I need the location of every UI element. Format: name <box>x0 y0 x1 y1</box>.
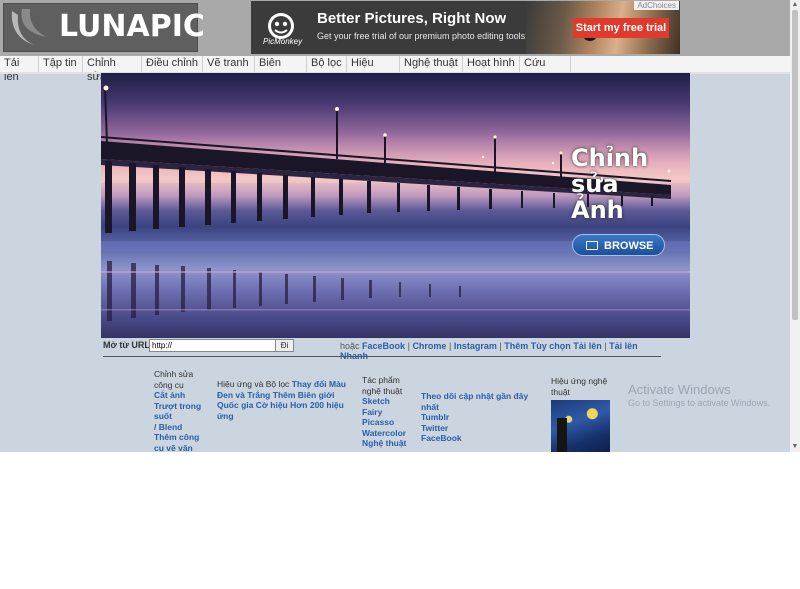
menu-item-filters[interactable]: Bộ lọc <box>307 56 347 72</box>
url-input[interactable] <box>149 339 276 352</box>
hero-banner: Chỉnh sửa Ảnh BROWSE <box>101 73 690 338</box>
hero-title: Chỉnh sửa Ảnh <box>571 144 649 224</box>
footer-col-art: Tác phẩm nghệ thuật Sketch Fairy Picasso… <box>362 375 410 449</box>
advertisement-banner[interactable]: PicMonkey Better Pictures, Right Now Get… <box>251 1 680 54</box>
menu-item-art[interactable]: Nghệ thuật <box>400 56 463 72</box>
picmonkey-brand: PicMonkey <box>263 37 303 46</box>
menu-item-adjust[interactable]: Điều chỉnh <box>142 56 203 72</box>
open-from-url-row: Mở từ URL: Đi hoặc FaceBook | Chrome | I… <box>103 339 663 361</box>
footer-link-more-tools[interactable]: Thêm công cụ vẽ văn <box>154 432 206 452</box>
browse-button[interactable]: BROWSE <box>572 234 665 256</box>
lunapic-logo[interactable]: LUNAPIC <box>3 3 205 52</box>
footer-link-transparent[interactable]: Trượt trong suốt <box>154 401 206 422</box>
vertical-scrollbar[interactable]: ▲ ▼ <box>790 0 800 452</box>
scrollbar-thumb[interactable] <box>792 10 798 320</box>
link-chrome[interactable]: Chrome <box>412 341 446 351</box>
footer-link-facebook[interactable]: FaceBook <box>421 433 531 444</box>
logo-text: LUNAPIC <box>59 9 205 44</box>
starry-night-thumbnail[interactable] <box>551 400 610 452</box>
menu-item-edit[interactable]: Chỉnh sửa <box>83 56 142 83</box>
footer-link-art[interactable]: Nghệ thuật <box>362 438 410 449</box>
footer-link-black-white[interactable]: Đen và Trắng <box>217 390 270 400</box>
link-more-upload-options[interactable]: Thêm Tùy chọn Tải lên <box>504 341 602 351</box>
footer-heading-art-effects: Hiệu ứng nghệ thuật <box>551 376 608 397</box>
ad-subtext: Get your free trial of our premium photo… <box>317 31 528 41</box>
windows-activation-watermark: Activate Windows Go to Settings to activ… <box>628 382 771 408</box>
footer-link-flags[interactable]: Quốc gia Cờ hiệu Hơn 200 hiệu ứng <box>217 400 344 421</box>
moon-swoosh-icon <box>11 9 46 45</box>
link-instagram[interactable]: Instagram <box>454 341 497 351</box>
footer-heading-edit-tools: Chỉnh sửa công cụ <box>154 369 194 390</box>
footer-col-effects: Hiệu ứng và Bộ lọc Thay đổi Màu Đen và T… <box>217 379 352 421</box>
main-menu-bar: Tải lên Tập tin Chỉnh sửa Điều chỉnh Vẽ … <box>0 56 790 83</box>
upload-options: hoặc FaceBook | Chrome | Instagram | Thê… <box>340 341 638 361</box>
footer-link-more-borders[interactable]: Thêm Biên giới <box>273 390 335 400</box>
adchoices-label[interactable]: AdChoices <box>634 1 679 10</box>
scroll-up-arrow-icon[interactable]: ▲ <box>791 1 799 9</box>
footer-link-crop[interactable]: Cắt ảnh <box>154 390 206 401</box>
top-header: LUNAPIC PicMonkey Better Pictures, Right… <box>0 0 790 56</box>
menu-item-upload[interactable]: Tải lên <box>0 56 39 83</box>
footer-link-fairy[interactable]: Fairy <box>362 407 410 418</box>
footer-link-tumblr[interactable]: Tumblr <box>421 412 531 423</box>
footer-col-edit-tools: Chỉnh sửa công cụ Cắt ảnh Trượt trong su… <box>154 369 206 452</box>
footer-link-twitter[interactable]: Twitter <box>421 423 531 434</box>
menu-item-effects[interactable]: Hiệu ứng <box>347 56 400 83</box>
footer-link-follow-updates[interactable]: Theo dõi cập nhật gần đây nhất <box>421 391 531 412</box>
menu-item-file[interactable]: Tập tin <box>39 56 83 72</box>
footer-link-blend[interactable]: / Blend <box>154 422 206 433</box>
footer-link-change-color[interactable]: Thay đổi Màu <box>292 379 346 389</box>
ad-headline: Better Pictures, Right Now <box>317 10 507 27</box>
scroll-down-arrow-icon[interactable]: ▼ <box>791 443 799 451</box>
folder-icon <box>586 241 598 250</box>
menu-item-animation[interactable]: Hoạt hình <box>463 56 520 72</box>
footer-heading-effects: Hiệu ứng và Bộ lọc <box>217 379 290 389</box>
menu-item-help[interactable]: Cứu giúp <box>520 56 571 83</box>
footer-heading-art: Tác phẩm nghệ thuật <box>362 375 403 396</box>
section-divider <box>103 356 661 357</box>
go-button[interactable]: Đi <box>275 339 294 352</box>
open-url-label: Mở từ URL: <box>103 340 153 350</box>
link-facebook[interactable]: FaceBook <box>362 341 405 351</box>
menu-item-borders[interactable]: Biên giới <box>255 56 307 83</box>
footer-link-picasso[interactable]: Picasso <box>362 417 410 428</box>
browser-viewport: LUNAPIC PicMonkey Better Pictures, Right… <box>0 0 790 452</box>
start-free-trial-button[interactable]: Start my free trial <box>573 18 669 38</box>
menu-item-draw[interactable]: Vẽ tranh <box>203 56 255 72</box>
footer-col-follow: Theo dõi cập nhật gần đây nhất Tumblr Tw… <box>421 391 531 444</box>
footer-link-sketch[interactable]: Sketch <box>362 396 410 407</box>
footer-link-watercolor[interactable]: Watercolor <box>362 428 410 439</box>
footer-col-art-effects: Hiệu ứng nghệ thuật <box>551 376 613 452</box>
